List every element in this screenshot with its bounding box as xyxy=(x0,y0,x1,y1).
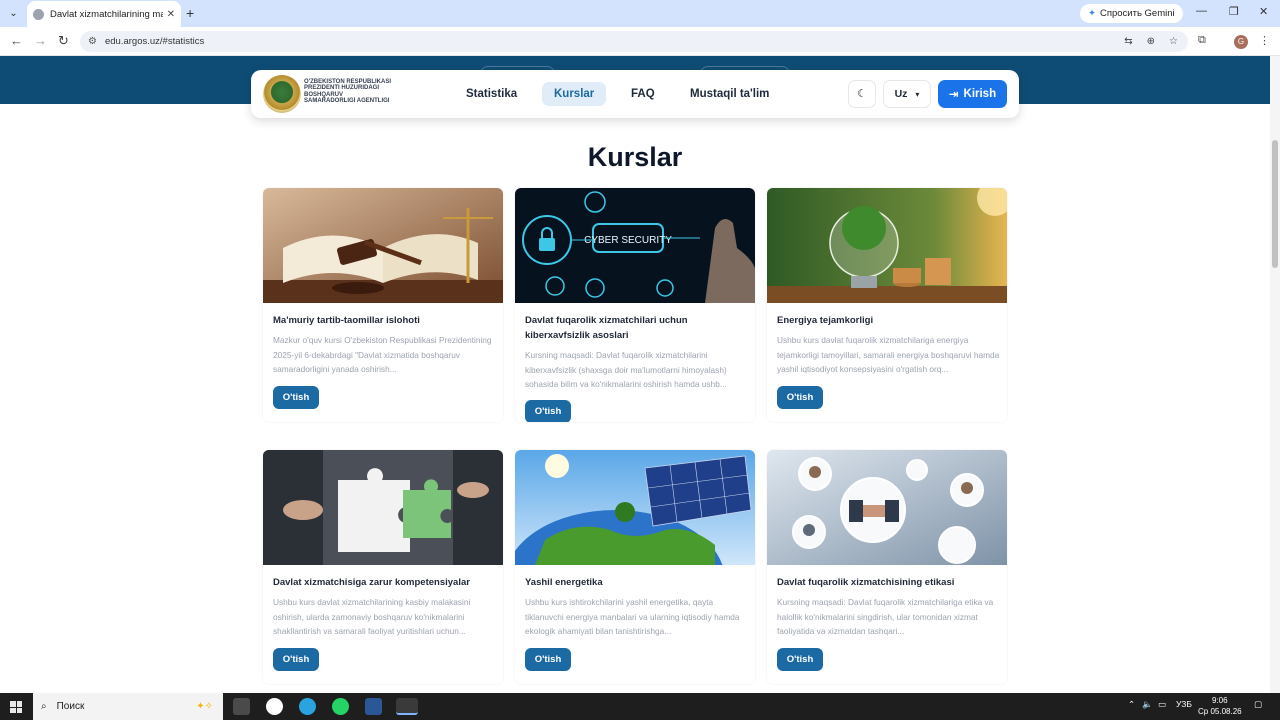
scrollbar-thumb[interactable] xyxy=(1272,140,1278,268)
nav-kurslar[interactable]: Kurslar xyxy=(542,82,607,106)
minimize-icon[interactable]: — xyxy=(1196,5,1207,17)
gemini-button[interactable]: ✦ Спросить Gemini xyxy=(1080,4,1183,23)
course-image-handshake-icon xyxy=(767,450,1007,565)
page-title: Kurslar xyxy=(587,142,683,172)
login-icon: ⇥ xyxy=(948,89,959,101)
volume-icon[interactable]: 🔈 xyxy=(1142,699,1153,710)
page-scrollbar[interactable] xyxy=(1270,56,1280,693)
emblem-logo-icon[interactable] xyxy=(263,75,301,113)
search-label: Поиск xyxy=(56,701,85,712)
course-image-gavel-icon xyxy=(263,188,503,303)
course-title[interactable]: Ma'muriy tartib-taomillar islohoti xyxy=(273,313,495,328)
browser-tab-bar: ⌄ Davlat xizmatchilarining malaka ✕ + ✦ … xyxy=(0,0,1280,27)
site-info-icon[interactable]: ⚙ xyxy=(88,36,97,47)
course-card: Energiya tejamkorligi Ushbu kurs davlat … xyxy=(767,188,1007,422)
course-open-button[interactable]: O'tish xyxy=(777,386,823,409)
profile-avatar[interactable]: G xyxy=(1234,35,1248,49)
clock-date: Ср 05.08.26 xyxy=(1198,707,1242,716)
language-select[interactable]: Uz ▾ xyxy=(883,80,931,108)
url-text: edu.argos.uz/#statistics xyxy=(104,36,205,47)
tab-title: Davlat xizmatchilarining malaka xyxy=(50,8,163,20)
menu-icon[interactable]: ⋮ xyxy=(1259,34,1270,47)
course-description: Kursning maqsadi: Davlat fuqarolik xizma… xyxy=(525,350,727,389)
login-label: Kirish xyxy=(963,88,997,100)
course-description: Mazkur o'quv kursi O'zbekiston Respublik… xyxy=(273,335,492,374)
course-image-lightbulb-icon xyxy=(767,188,1007,303)
tray-chevron-icon[interactable]: ⌃ xyxy=(1128,699,1135,710)
network-icon[interactable]: ▭ xyxy=(1158,699,1166,710)
course-image-puzzle-icon xyxy=(263,450,503,565)
language-value: Uz xyxy=(894,88,908,100)
course-title[interactable]: Energiya tejamkorligi xyxy=(777,313,999,328)
course-description: Ushbu kurs davlat xizmatchilarining kasb… xyxy=(273,597,471,636)
word-icon[interactable] xyxy=(365,698,382,715)
chevron-down-icon: ▾ xyxy=(915,89,920,99)
nav-mustaqil-talim[interactable]: Mustaqil ta'lim xyxy=(678,82,781,106)
nav-statistika[interactable]: Statistika xyxy=(454,82,529,106)
windows-taskbar: ⌕ Поиск ✦✧ ⌃ 🔈 ▭ УЗБ 9:06 Ср 05.08.26 ▢ xyxy=(0,693,1280,720)
sparkle-icon: ✦✧ xyxy=(196,701,213,712)
new-tab-icon[interactable]: + xyxy=(186,5,194,21)
course-open-button[interactable]: O'tish xyxy=(273,648,319,671)
translate-icon[interactable]: ⇆ xyxy=(1124,36,1132,47)
web-page: O'zbekiston Respublikasi Prezidenti huzu… xyxy=(0,56,1270,693)
browser-tab[interactable]: Davlat xizmatchilarining malaka ✕ xyxy=(27,1,181,27)
url-field[interactable]: ⚙ edu.argos.uz/#statistics ⇆ ⊕ ☆ xyxy=(80,31,1188,52)
favicon-icon xyxy=(33,8,44,20)
address-bar: ← → ↻ ⚙ edu.argos.uz/#statistics ⇆ ⊕ ☆ ⧉… xyxy=(0,27,1280,56)
zoom-icon[interactable]: ⊕ xyxy=(1147,36,1155,47)
course-open-button[interactable]: O'tish xyxy=(273,386,319,409)
course-open-button[interactable]: O'tish xyxy=(525,648,571,671)
reload-icon[interactable]: ↻ xyxy=(58,33,69,49)
course-card: Ma'muriy tartib-taomillar islohoti Mazku… xyxy=(263,188,503,422)
course-description: Ushbu kurs ishtirokchilarini yashil ener… xyxy=(525,597,740,636)
taskbar-search[interactable]: ⌕ Поиск ✦✧ xyxy=(33,693,223,720)
course-title[interactable]: Davlat xizmatchisiga zarur kompetensiyal… xyxy=(273,575,495,590)
course-card: Davlat xizmatchisiga zarur kompetensiyal… xyxy=(263,450,503,684)
restore-icon[interactable]: ❐ xyxy=(1229,5,1239,18)
course-title[interactable]: Yashil energetika xyxy=(525,575,747,590)
windows-start-icon[interactable] xyxy=(10,701,22,713)
course-description: Ushbu kurs davlat fuqarolik xizmatchilar… xyxy=(777,335,1000,374)
bookmark-star-icon[interactable]: ☆ xyxy=(1169,36,1178,47)
course-card: CYBER SECURITY Davlat fuqarolik xizmatch… xyxy=(515,188,755,422)
course-title[interactable]: Davlat fuqarolik xizmatchisining etikasi xyxy=(777,575,999,590)
whatsapp-icon[interactable] xyxy=(332,698,349,715)
course-image-lock-icon: CYBER SECURITY xyxy=(515,188,755,303)
clock-time: 9:06 xyxy=(1212,696,1228,705)
task-view-icon[interactable] xyxy=(233,698,250,715)
extensions-icon[interactable]: ⧉ xyxy=(1198,34,1206,47)
chat-app-icon[interactable] xyxy=(266,698,283,715)
course-title[interactable]: Davlat fuqarolik xizmatchilari uchun kib… xyxy=(525,313,747,343)
telegram-icon[interactable] xyxy=(299,698,316,715)
course-open-button[interactable]: O'tish xyxy=(777,648,823,671)
gemini-icon: ✦ xyxy=(1088,8,1096,19)
language-indicator[interactable]: УЗБ xyxy=(1176,699,1192,709)
back-icon[interactable]: ← xyxy=(10,33,23,48)
login-button[interactable]: ⇥ Kirish xyxy=(938,80,1007,108)
gemini-label: Спросить Gemini xyxy=(1099,8,1175,19)
logo-text: O'zbekiston Respublikasi Prezidenti huzu… xyxy=(304,79,391,104)
site-navbar: O'zbekiston Respublikasi Prezidenti huzu… xyxy=(251,70,1019,118)
clock[interactable]: 9:06 Ср 05.08.26 xyxy=(1198,695,1242,717)
course-image-solar-panel-icon xyxy=(515,450,755,565)
nav-faq[interactable]: FAQ xyxy=(619,82,667,106)
close-tab-icon[interactable]: ✕ xyxy=(167,9,175,20)
course-card: Davlat fuqarolik xizmatchisining etikasi… xyxy=(767,450,1007,684)
chrome-icon[interactable] xyxy=(396,698,418,715)
course-open-button[interactable]: O'tish xyxy=(525,400,571,422)
theme-toggle-moon-icon[interactable]: ☾ xyxy=(848,80,876,108)
course-description: Kursning maqsadi: Davlat fuqarolik xizma… xyxy=(777,597,994,636)
notifications-icon[interactable]: ▢ xyxy=(1254,699,1262,710)
forward-icon[interactable]: → xyxy=(34,33,47,48)
cyber-security-text: CYBER SECURITY xyxy=(584,235,672,246)
close-window-icon[interactable]: ✕ xyxy=(1259,5,1268,18)
search-icon: ⌕ xyxy=(41,701,47,712)
course-card: Yashil energetika Ushbu kurs ishtirokchi… xyxy=(515,450,755,684)
tab-search-icon[interactable]: ⌄ xyxy=(5,5,22,22)
